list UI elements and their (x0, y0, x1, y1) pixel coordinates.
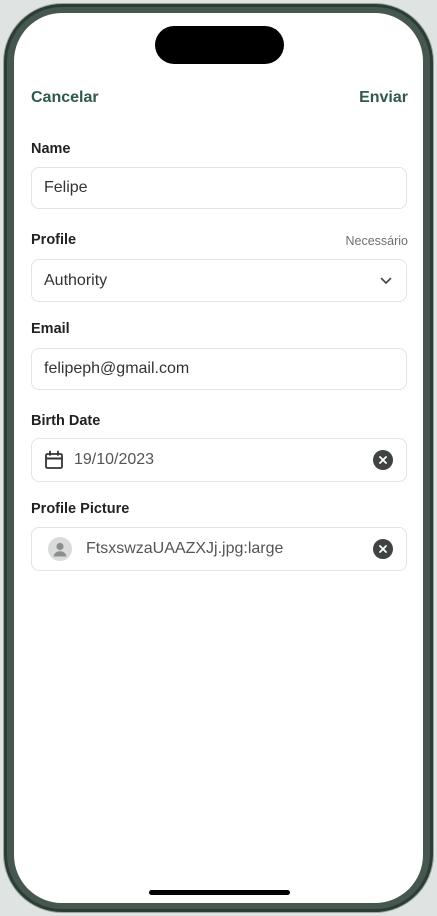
profile-label: Profile (31, 232, 77, 248)
chevron-down-icon (380, 277, 392, 285)
calendar-icon (44, 450, 64, 470)
birth-date-input[interactable]: 19/10/2023 (31, 438, 407, 482)
birth-date-label: Birth Date (31, 413, 101, 429)
birth-date-value: 19/10/2023 (74, 451, 155, 468)
user-avatar-icon (48, 537, 72, 561)
email-input-value: felipeph@gmail.com (44, 360, 190, 377)
clear-birth-date-icon[interactable] (373, 450, 393, 470)
email-label: Email (31, 321, 70, 337)
name-input[interactable]: Felipe (31, 167, 407, 209)
profile-picture-label: Profile Picture (31, 501, 130, 517)
app-screen: Cancelar Enviar Name Felipe Profile Nece… (14, 13, 423, 903)
profile-picture-field[interactable]: FtsxswzaUAAZXJj.jpg:large (31, 527, 407, 571)
submit-button[interactable]: Enviar (359, 89, 408, 107)
name-label: Name (31, 141, 71, 157)
name-input-value: Felipe (44, 179, 88, 196)
home-indicator[interactable] (149, 890, 290, 895)
profile-select[interactable]: Authority (31, 259, 407, 302)
clear-profile-picture-icon[interactable] (373, 539, 393, 559)
profile-select-value: Authority (44, 271, 108, 289)
required-indicator: Necessário (345, 234, 408, 248)
dynamic-island (155, 26, 284, 64)
profile-picture-filename: FtsxswzaUAAZXJj.jpg:large (86, 540, 284, 557)
form-header: Cancelar Enviar (31, 87, 408, 109)
email-input[interactable]: felipeph@gmail.com (31, 348, 407, 390)
cancel-button[interactable]: Cancelar (31, 89, 99, 107)
